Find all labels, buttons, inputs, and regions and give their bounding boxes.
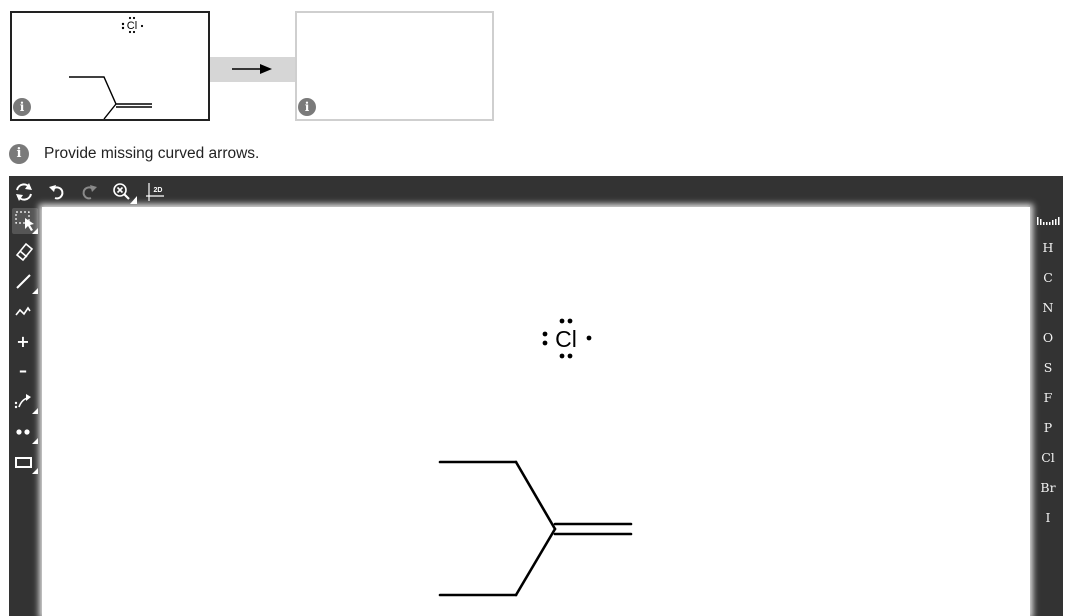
refresh-icon[interactable] [12,180,36,204]
element-o[interactable]: O [1033,327,1063,349]
lone-pair-icon[interactable] [12,418,38,444]
element-h[interactable]: H [1033,237,1063,259]
select-tool-icon[interactable] [12,208,38,234]
zoom-clear-icon[interactable] [109,180,137,204]
instructions-text: Provide missing curved arrows. [44,145,260,162]
element-br[interactable]: Br [1033,477,1063,499]
element-p[interactable]: P [1033,417,1063,439]
product-info-icon[interactable]: i [298,98,316,116]
bond[interactable] [514,460,557,531]
lone-pair-dot [567,318,573,324]
curved-arrow-icon[interactable] [12,388,38,414]
element-f[interactable]: F [1033,387,1063,409]
2d-label: 2D [154,187,163,194]
bond[interactable] [514,527,557,597]
ring-tool-icon[interactable] [12,448,38,474]
element-cl[interactable]: Cl [1033,447,1063,469]
periodic-table-icon[interactable] [1033,210,1063,232]
right-toolbar: H C N O S F P Cl Br I [1033,207,1063,616]
reactant-panel[interactable]: Cl i [10,11,210,121]
top-toolbar: 2D [9,176,1063,207]
lone-pair-dot [542,331,548,337]
element-i[interactable]: I [1033,507,1063,529]
reaction-arrow [210,57,295,82]
reactant-chlorine-label: Cl [127,20,137,32]
drawing-canvas[interactable]: Cl [42,207,1030,616]
redo-icon[interactable] [77,180,101,204]
chlorine-atom-label[interactable]: Cl [555,326,577,352]
negative-charge-icon[interactable]: – [12,358,38,384]
lone-pair-dot [567,353,573,359]
instructions-info-icon: i [9,144,29,164]
chain-tool-icon[interactable] [12,298,38,324]
bond-tool-icon[interactable] [12,268,38,294]
element-n[interactable]: N [1033,297,1063,319]
alkene-structure[interactable] [438,460,633,597]
positive-charge-icon[interactable]: + [12,328,38,354]
product-panel[interactable]: i [295,11,494,121]
element-c[interactable]: C [1033,267,1063,289]
minus-label: – [19,361,27,380]
plus-label: + [16,332,29,351]
radical-dot [586,335,592,341]
lone-pair-dot [559,318,565,324]
2d-icon[interactable]: 2D [146,180,170,204]
molecule-drawing: Cl [438,318,633,597]
undo-icon[interactable] [45,180,69,204]
reactant-info-icon[interactable]: i [13,98,31,116]
structure-editor: 2D + – Cl H C N O S F P Cl Br I [9,176,1063,616]
right-arrow-icon [232,64,272,74]
lone-pair-dot [542,340,548,346]
lone-pair-dot [559,353,565,359]
eraser-icon[interactable] [12,238,38,264]
reactant-structure: Cl [69,16,152,120]
element-s[interactable]: S [1033,357,1063,379]
left-toolbar: + – [9,207,42,616]
instructions: i Provide missing curved arrows. [9,143,259,165]
